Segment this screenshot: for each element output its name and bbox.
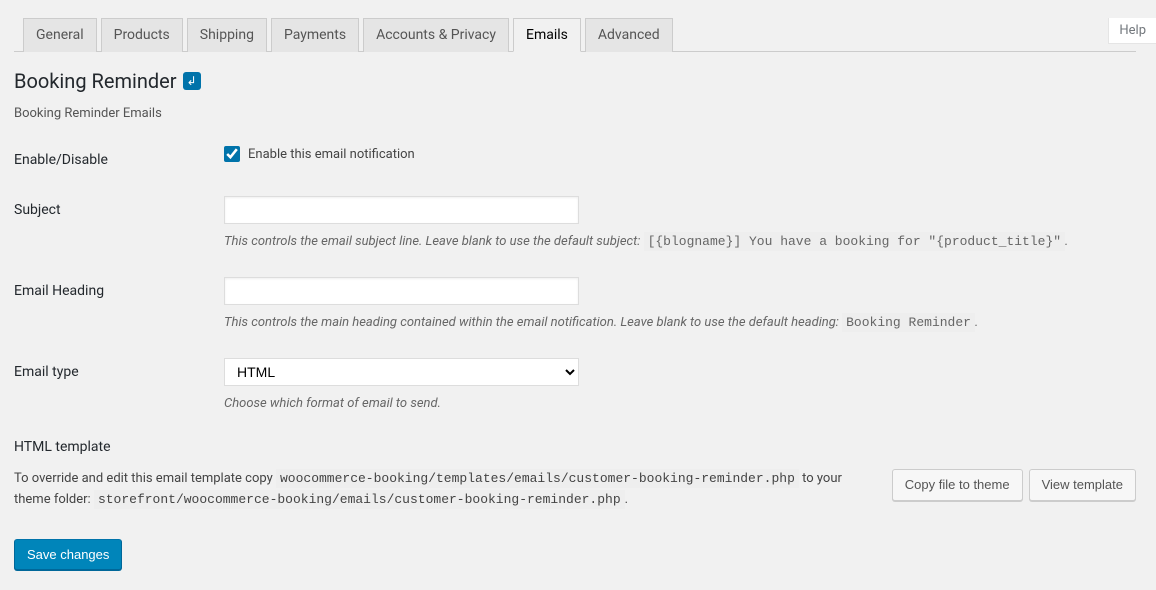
html-template-heading: HTML template bbox=[14, 439, 1136, 455]
page-title: Booking Reminder ↲ bbox=[14, 69, 1136, 93]
template-override-text: To override and edit this email template… bbox=[14, 469, 872, 511]
enable-checkbox-label[interactable]: Enable this email notification bbox=[248, 147, 415, 162]
subject-description: This controls the email subject line. Le… bbox=[224, 234, 1136, 249]
enable-label: Enable/Disable bbox=[14, 146, 224, 168]
page-title-text: Booking Reminder bbox=[14, 69, 177, 93]
tab-general[interactable]: General bbox=[23, 18, 97, 52]
email-type-description: Choose which format of email to send. bbox=[224, 396, 1136, 411]
subject-label: Subject bbox=[14, 196, 224, 218]
help-tab[interactable]: Help bbox=[1108, 18, 1156, 44]
template-source-path: woocommerce-booking/templates/emails/cus… bbox=[276, 469, 799, 488]
back-icon[interactable]: ↲ bbox=[183, 72, 201, 90]
email-heading-label: Email Heading bbox=[14, 277, 224, 299]
subject-default-code: [{blogname}] You have a booking for "{pr… bbox=[644, 232, 1065, 251]
template-dest-path: storefront/woocommerce-booking/emails/cu… bbox=[94, 490, 625, 509]
save-changes-button[interactable]: Save changes bbox=[14, 539, 122, 571]
tab-payments[interactable]: Payments bbox=[271, 18, 359, 52]
tab-advanced[interactable]: Advanced bbox=[585, 18, 673, 52]
subtitle: Booking Reminder Emails bbox=[14, 106, 1136, 121]
copy-file-button[interactable]: Copy file to theme bbox=[892, 469, 1023, 501]
email-type-select[interactable]: HTML bbox=[224, 358, 579, 386]
view-template-button[interactable]: View template bbox=[1029, 469, 1136, 501]
email-type-label: Email type bbox=[14, 358, 224, 380]
tab-products[interactable]: Products bbox=[101, 18, 183, 52]
heading-default-code: Booking Reminder bbox=[842, 313, 975, 332]
nav-tabs: General Products Shipping Payments Accou… bbox=[14, 18, 1136, 52]
tab-accounts-privacy[interactable]: Accounts & Privacy bbox=[363, 18, 509, 52]
tab-shipping[interactable]: Shipping bbox=[187, 18, 267, 52]
email-heading-input[interactable] bbox=[224, 277, 579, 305]
subject-input[interactable] bbox=[224, 196, 579, 224]
tab-emails[interactable]: Emails bbox=[513, 18, 581, 52]
email-heading-description: This controls the main heading contained… bbox=[224, 315, 1136, 330]
enable-checkbox[interactable] bbox=[224, 146, 240, 162]
